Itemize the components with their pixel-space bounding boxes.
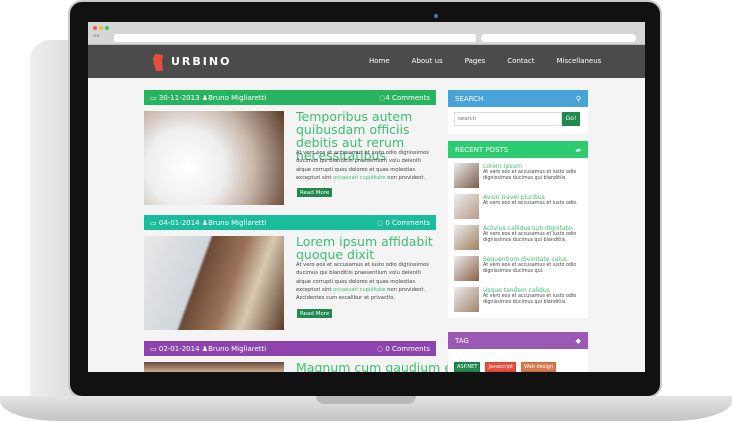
recent-post-title[interactable]: Sequentium divinitate cuius xyxy=(483,256,578,263)
post-image[interactable] xyxy=(144,236,284,330)
logo-icon xyxy=(153,54,163,71)
address-bar[interactable] xyxy=(114,34,476,42)
site-nav: URBINO Home About us Pages Contact Misce… xyxy=(88,45,645,78)
post-title[interactable]: Lorem ipsum affidabit quoque dixit xyxy=(296,235,436,261)
recent-post-desc: At vero eos et accusamus et iusto odio d… xyxy=(483,170,577,181)
recent-post-thumb[interactable] xyxy=(454,225,479,250)
recent-post-item[interactable]: Usque tandem calidus At vero eos et accus… xyxy=(454,287,588,313)
logo[interactable]: URBINO xyxy=(171,55,231,68)
tag-widget: TAG◆ ASP.NET Javascript Web design Appli… xyxy=(448,332,588,372)
main-menu: Home About us Pages Contact Miscellaneus xyxy=(369,57,623,65)
book-icon: ▰ xyxy=(575,145,581,154)
post-author[interactable]: Bruno Migliaretti xyxy=(208,345,266,353)
menu-pages[interactable]: Pages xyxy=(465,57,486,65)
search-widget: SEARCH ⚲ Go! xyxy=(448,90,588,134)
post-comments[interactable]: 0 Comments xyxy=(385,345,430,353)
widget-title: RECENT POSTS xyxy=(455,145,509,154)
recent-post-thumb[interactable] xyxy=(454,287,479,312)
recent-post-item[interactable]: Aclivius callidus sub dignitate. At vero … xyxy=(454,225,588,251)
post-date: 30-11-2013 xyxy=(158,93,200,102)
recent-post-title[interactable]: Lorem ipsum xyxy=(483,163,578,170)
post-author[interactable]: Bruno Migliaretti xyxy=(208,94,266,102)
close-dot[interactable] xyxy=(93,26,97,30)
search-input[interactable] xyxy=(454,112,562,126)
tag-item[interactable]: Javascript xyxy=(485,362,516,372)
recent-post-title[interactable]: Avion travel pluribus xyxy=(483,194,578,201)
recent-post-desc: At vero eos et accusamus et iusto odio d… xyxy=(483,294,577,305)
menu-misc[interactable]: Miscellaneus xyxy=(557,57,602,65)
post-title[interactable]: Magnum cum gaudium et xyxy=(296,361,457,372)
calendar-icon: ▭ xyxy=(150,93,157,102)
recent-post-desc: At vero eos et accusamus et iusto odio d… xyxy=(483,232,577,243)
screen: ◂ ▸ URBINO Home About us Pages Contact M… xyxy=(88,22,645,372)
post-comments[interactable]: 0 Comments xyxy=(385,219,430,227)
back-forward-icon[interactable]: ◂ ▸ xyxy=(93,33,100,39)
post-image[interactable] xyxy=(144,111,284,205)
post-date: 04-01-2014 xyxy=(158,218,200,227)
post-image[interactable] xyxy=(144,362,284,372)
recent-post-thumb[interactable] xyxy=(454,163,479,188)
recent-post-title[interactable]: Aclivius callidus sub dignitate. xyxy=(483,225,578,232)
laptop-notch xyxy=(316,396,416,404)
recent-post-title[interactable]: Usque tandem calidus xyxy=(483,287,578,294)
tags-icon: ◆ xyxy=(575,336,581,345)
search-icon: ⚲ xyxy=(575,94,581,103)
menu-about[interactable]: About us xyxy=(412,57,443,65)
calendar-icon: ▭ xyxy=(150,344,157,353)
recent-posts-widget: RECENT POSTS ▰ Lorem ipsum At vero eos et … xyxy=(448,141,588,318)
recent-post-thumb[interactable] xyxy=(454,194,479,219)
post-meta-bar: ▭ 02-01-2014 ♟Bruno Migliaretti ◌ 0 Comm… xyxy=(144,341,436,356)
browser-chrome: ◂ ▸ xyxy=(88,22,645,45)
widget-title: TAG xyxy=(455,336,469,345)
read-more-button[interactable]: Read More xyxy=(296,187,334,198)
read-more-button[interactable]: Read More xyxy=(296,308,334,319)
recent-post-thumb[interactable] xyxy=(454,256,479,281)
recent-post-desc: At vero eos et accusamus et iusto odio d… xyxy=(483,263,577,274)
widget-title: SEARCH xyxy=(455,94,484,103)
comment-icon: ◌ xyxy=(377,344,384,353)
excerpt-link[interactable]: occaecati cupiditate xyxy=(333,175,385,181)
menu-home[interactable]: Home xyxy=(369,57,390,65)
tag-item[interactable]: ASP.NET xyxy=(454,362,481,372)
comment-icon: ◌ xyxy=(377,218,384,227)
post-excerpt: At vero eos et accusamus et iusto odio d… xyxy=(296,150,430,181)
post-date: 02-01-2014 xyxy=(158,344,200,353)
camera xyxy=(434,14,438,18)
search-go-button[interactable]: Go! xyxy=(562,112,580,126)
recent-post-desc: At vero eos et accusamus et iusto odio. xyxy=(483,201,578,206)
tag-item[interactable]: Web design xyxy=(521,362,557,372)
calendar-icon: ▭ xyxy=(150,218,157,227)
maximize-dot[interactable] xyxy=(105,26,109,30)
post-meta-bar: ▭ 30-11-2013 ♟Bruno Migliaretti ◌4 Comme… xyxy=(144,90,436,105)
menu-contact[interactable]: Contact xyxy=(507,57,534,65)
minimize-dot[interactable] xyxy=(99,26,103,30)
excerpt-link[interactable]: occaecati cupiditate xyxy=(333,287,385,293)
recent-post-item[interactable]: Lorem ipsum At vero eos et accusamus et i… xyxy=(454,163,588,189)
browser-search[interactable] xyxy=(481,34,636,42)
post-author[interactable]: Bruno Migliaretti xyxy=(208,219,266,227)
post-meta-bar: ▭ 04-01-2014 ♟Bruno Migliaretti ◌ 0 Comm… xyxy=(144,215,436,230)
post-comments[interactable]: 4 Comments xyxy=(385,94,430,102)
recent-post-item[interactable]: Avion travel pluribus At vero eos et accu… xyxy=(454,194,588,220)
recent-post-item[interactable]: Sequentium divinitate cuius At vero eos e… xyxy=(454,256,588,282)
post-excerpt: At vero eos et accusamus et iusto odio d… xyxy=(296,262,430,302)
